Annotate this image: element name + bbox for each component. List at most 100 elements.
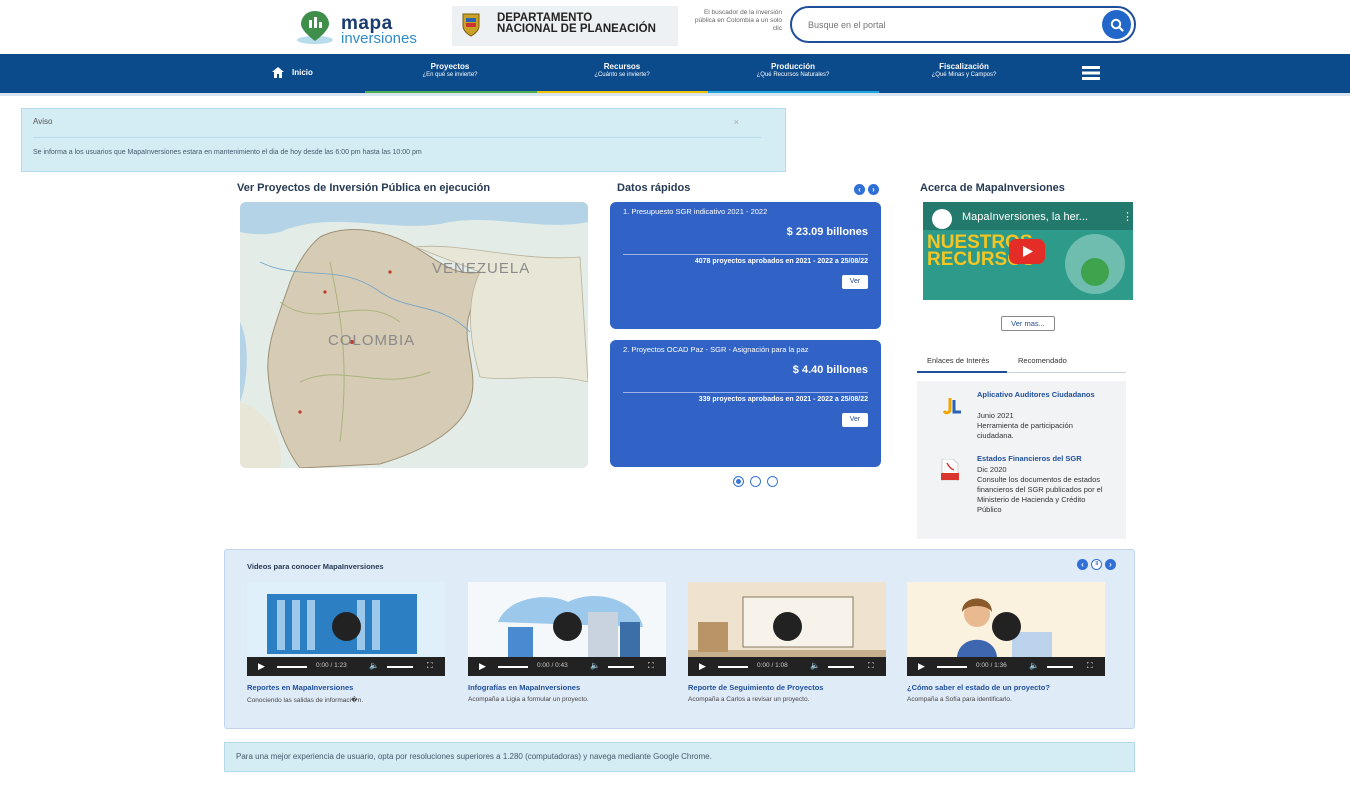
- pdf-file-icon: [941, 459, 959, 481]
- volume-icon[interactable]: 🔈: [810, 661, 820, 670]
- play-icon[interactable]: ▶: [699, 661, 706, 672]
- video-time: 0:00 / 1:36: [976, 662, 1007, 669]
- video-title-1[interactable]: Reportes en MapaInversiones: [247, 683, 353, 692]
- video-title: MapaInversiones, la her...: [962, 211, 1088, 223]
- volume-slider[interactable]: [387, 666, 413, 668]
- card-ver-button[interactable]: Ver: [842, 275, 868, 289]
- datos-card-1: 1. Presupuesto SGR indicativo 2021 - 202…: [610, 202, 881, 329]
- link-date-estados: Dic 2020: [977, 465, 1007, 474]
- browser-recommendation-text: Para una mejor experiencia de usuario, o…: [236, 752, 712, 761]
- nav-item-fiscalizacion[interactable]: Fiscalización ¿Qué Minas y Campos?: [914, 62, 1014, 80]
- auditores-app-icon: [942, 398, 961, 415]
- hamburger-menu-icon[interactable]: [1082, 66, 1100, 80]
- datos-next-button[interactable]: ›: [868, 184, 879, 195]
- nav-item-inicio[interactable]: Inicio: [272, 67, 313, 78]
- video-time: 0:00 / 1:08: [757, 662, 788, 669]
- links-panel: Aplicativo Auditores Ciudadanos Junio 20…: [917, 381, 1126, 539]
- map-section-title: Ver Proyectos de Inversión Pública en ej…: [237, 182, 491, 194]
- seek-bar[interactable]: [937, 666, 967, 668]
- card-note: 4078 proyectos aprobados en 2021 - 2022 …: [694, 258, 868, 265]
- video-thumb-2[interactable]: ▶ 0:00 / 0:43 🔈 ⛶: [468, 582, 666, 676]
- video-3-play-icon[interactable]: [773, 612, 802, 641]
- play-icon[interactable]: ▶: [918, 661, 925, 672]
- video-time: 0:00 / 1:23: [316, 662, 347, 669]
- video-2-controls[interactable]: ▶ 0:00 / 0:43 🔈 ⛶: [468, 657, 666, 676]
- video-3-controls[interactable]: ▶ 0:00 / 1:08 🔈 ⛶: [688, 657, 886, 676]
- nav-recursos-subtitle: ¿Cuánto se invierte?: [594, 72, 650, 78]
- videos-next-button[interactable]: ›: [1105, 559, 1116, 570]
- volume-slider[interactable]: [828, 666, 854, 668]
- tab-recomendado[interactable]: Recomendado: [1018, 356, 1067, 365]
- video-4-controls[interactable]: ▶ 0:00 / 1:36 🔈 ⛶: [907, 657, 1105, 676]
- link-desc-auditores: Herramienta de participación ciudadana.: [977, 421, 1073, 440]
- card-heading: 2. Proyectos OCAD Paz - SGR - Asignación…: [623, 345, 809, 354]
- map-label-venezuela: VENEZUELA: [432, 260, 531, 277]
- fullscreen-icon[interactable]: ⛶: [1087, 661, 1093, 671]
- video-more-icon[interactable]: ⋮: [1122, 210, 1133, 223]
- youtube-play-button[interactable]: [1009, 239, 1045, 264]
- search-button[interactable]: [1102, 10, 1131, 39]
- ver-mas-button[interactable]: Ver mas...: [1001, 316, 1055, 331]
- volume-icon[interactable]: 🔈: [590, 661, 600, 670]
- fullscreen-icon[interactable]: ⛶: [648, 661, 654, 671]
- datos-prev-button[interactable]: ‹: [854, 184, 865, 195]
- fullscreen-icon[interactable]: ⛶: [868, 661, 874, 671]
- video-4-play-icon[interactable]: [992, 612, 1021, 641]
- link-title-auditores[interactable]: Aplicativo Auditores Ciudadanos: [977, 390, 1107, 399]
- card-value: $ 23.09 billones: [786, 226, 868, 238]
- nav-item-recursos[interactable]: Recursos ¿Cuánto se invierte?: [572, 62, 672, 80]
- video-thumb-3[interactable]: ▶ 0:00 / 1:08 🔈 ⛶: [688, 582, 886, 676]
- nav-item-produccion[interactable]: Producción ¿Qué Recursos Naturales?: [738, 62, 848, 80]
- tagline: El buscador de la inversión pública en C…: [694, 9, 782, 32]
- search-box[interactable]: [790, 6, 1136, 43]
- card-heading: 1. Presupuesto SGR indicativo 2021 - 202…: [623, 207, 768, 216]
- links-tabs: Enlaces de Interés Recomendado: [917, 351, 1126, 373]
- youtube-video[interactable]: MapaInversiones, la her... ⋮ NUESTROS RE…: [923, 202, 1133, 300]
- logo-text-inversiones: inversiones: [341, 30, 417, 47]
- play-icon[interactable]: ▶: [479, 661, 486, 672]
- volume-slider[interactable]: [1047, 666, 1073, 668]
- nav-item-proyectos[interactable]: Proyectos ¿En qué se invierte?: [400, 62, 500, 80]
- videos-prev-button[interactable]: ‹: [1077, 559, 1088, 570]
- card-divider: [623, 254, 868, 255]
- carousel-dot-2[interactable]: [750, 476, 761, 487]
- video-1-play-icon[interactable]: [332, 612, 361, 641]
- video-1-controls[interactable]: ▶ 0:00 / 1:23 🔈 ⛶: [247, 657, 445, 676]
- alert-close-button[interactable]: ×: [734, 117, 739, 127]
- seek-bar[interactable]: [277, 666, 307, 668]
- card-ver-button[interactable]: Ver: [842, 413, 868, 427]
- link-title-estados[interactable]: Estados Financieros del SGR: [977, 454, 1107, 463]
- video-subtitle-4: Acompaña a Sofía para identificarlo.: [907, 696, 1012, 703]
- nav-bottom-line: [0, 93, 1350, 96]
- fullscreen-icon[interactable]: ⛶: [427, 661, 433, 671]
- video-thumb-4[interactable]: ▶ 0:00 / 1:36 🔈 ⛶: [907, 582, 1105, 676]
- nav-produccion-subtitle: ¿Qué Recursos Naturales?: [756, 72, 830, 78]
- search-input[interactable]: [806, 16, 1086, 34]
- maintenance-alert: Aviso × Se informa a los usuarios que Ma…: [21, 108, 786, 172]
- video-2-play-icon[interactable]: [553, 612, 582, 641]
- carousel-dot-3[interactable]: [767, 476, 778, 487]
- video-thumb-1[interactable]: ▶ 0:00 / 1:23 🔈 ⛶: [247, 582, 445, 676]
- channel-avatar: [932, 209, 952, 229]
- video-title-2[interactable]: Infografías en MapaInversiones: [468, 683, 580, 692]
- play-icon[interactable]: ▶: [258, 661, 265, 672]
- video-time: 0:00 / 0:43: [537, 662, 568, 669]
- nav-inicio-label: Inicio: [292, 68, 313, 77]
- alert-message: Se informa a los usuarios que MapaInvers…: [33, 149, 422, 156]
- investment-map[interactable]: VENEZUELA COLOMBIA: [240, 202, 588, 468]
- seek-bar[interactable]: [718, 666, 748, 668]
- main-nav: Inicio Proyectos ¿En qué se invierte? Re…: [0, 54, 1350, 94]
- videos-title: Videos para conocer MapaInversiones: [247, 562, 384, 571]
- tab-enlaces-interes[interactable]: Enlaces de Interés: [927, 356, 989, 365]
- volume-icon[interactable]: 🔈: [369, 661, 379, 670]
- video-title-3[interactable]: Reporte de Seguimiento de Proyectos: [688, 683, 823, 692]
- seek-bar[interactable]: [498, 666, 528, 668]
- videos-pause-button[interactable]: ॥: [1091, 559, 1102, 570]
- volume-icon[interactable]: 🔈: [1029, 661, 1039, 670]
- volume-slider[interactable]: [608, 666, 634, 668]
- dnp-shield-icon: [462, 13, 480, 37]
- video-title-4[interactable]: ¿Cómo saber el estado de un proyecto?: [907, 683, 1050, 692]
- mapa-inversiones-logo-icon[interactable]: [293, 9, 337, 45]
- carousel-dot-1[interactable]: [733, 476, 744, 487]
- link-date-auditores: Junio 2021: [977, 411, 1014, 420]
